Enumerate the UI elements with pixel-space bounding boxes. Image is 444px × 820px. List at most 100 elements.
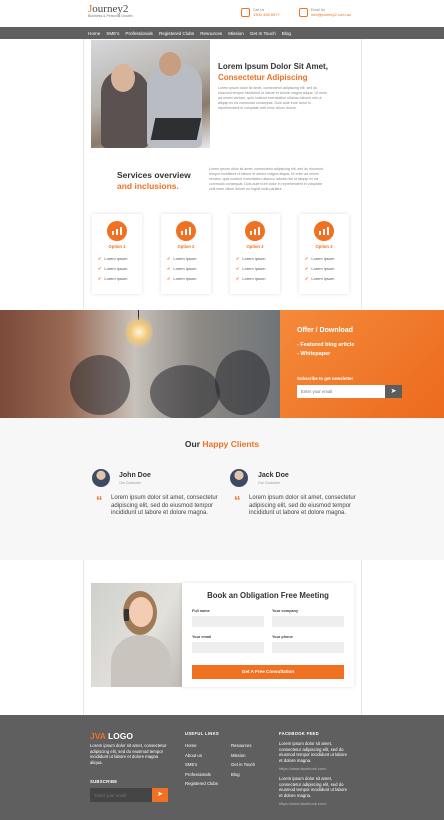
footer-link-mission[interactable]: Mission [231, 751, 255, 761]
service-card[interactable]: Option 3 ✔ Lorem ipsum ✔ Lorem ipsum ✔ Lore… [299, 214, 349, 294]
client-name: Jack Doe [258, 472, 289, 479]
offer-panel: Offer / Download - Featured blog article… [280, 310, 444, 418]
testimonials-title: Our Happy Clients [184, 439, 260, 449]
mail-icon [299, 8, 308, 17]
content-border-left [83, 39, 84, 309]
full-name-label: Full name [192, 609, 210, 613]
service-item: ✔ Lorem ipsum [98, 256, 128, 261]
service-card-title: Option 3 [315, 244, 333, 249]
feed-post: Lorem ipsum dolor sit amet, consectetur … [279, 776, 348, 798]
call-value: 1300 438 6977 [253, 12, 280, 17]
quote-icon: “ [234, 493, 241, 508]
offer-item-blog[interactable]: - Featured blog article [297, 342, 354, 348]
check-icon: ✔ [236, 276, 240, 281]
feed-post: Lorem ipsum dolor sit amet, consectetur … [279, 741, 348, 763]
chart-icon [314, 221, 334, 241]
feed-link[interactable]: https://www.facebook.com/ [279, 766, 327, 771]
footer-subscribe-label: SUBSCRIBE [90, 779, 118, 784]
check-icon: ✔ [305, 276, 309, 281]
service-item: ✔ Lorem ipsum [236, 266, 266, 271]
check-icon: ✔ [167, 266, 171, 271]
site-logo[interactable]: Journey2 Business & Personal Growth [88, 3, 133, 18]
email-field[interactable] [192, 642, 264, 653]
nav-item-smes[interactable]: SME's [106, 31, 119, 36]
full-name-field[interactable] [192, 616, 264, 627]
service-item: ✔ Lorem ipsum [236, 276, 266, 281]
footer-links-col2: Resources Mission Get in Touch Blog [231, 741, 255, 779]
lightbulb [125, 316, 153, 348]
check-icon: ✔ [236, 266, 240, 271]
footer-link-home[interactable]: Home [185, 741, 218, 751]
service-item: ✔ Lorem ipsum [167, 256, 197, 261]
check-icon: ✔ [167, 276, 171, 281]
hero-title-line1: Lorem Ipsum Dolor Sit Amet, [218, 62, 328, 71]
header-call[interactable]: Call Us 1300 438 6977 [241, 8, 280, 17]
footer-link-get-in-touch[interactable]: Get in Touch [231, 760, 255, 770]
services-title-line2: and inclusions. [117, 181, 179, 191]
service-item: ✔ Lorem ipsum [98, 266, 128, 271]
nav-item-resources[interactable]: Resources [200, 31, 222, 36]
footer-email-input[interactable] [90, 788, 152, 802]
header-email[interactable]: Email Us info@journey2.com.au [299, 8, 351, 17]
send-icon[interactable]: ➤ [385, 385, 402, 398]
chart-icon [176, 221, 196, 241]
hero-title-line2: Consectetur Adipiscing [218, 73, 308, 82]
footer-link-professionals[interactable]: Professionals [185, 770, 218, 780]
services-title: Services overview and inclusions. [117, 170, 212, 192]
service-item: ✔ Lorem ipsum [98, 276, 128, 281]
services-title-line1: Services overview [117, 170, 191, 180]
email-value: info@journey2.com.au [311, 12, 352, 17]
check-icon: ✔ [305, 266, 309, 271]
site-header: Journey2 Business & Personal Growth Call… [0, 0, 444, 27]
company-label: Your company [272, 609, 299, 613]
meeting-form: Book an Obligation Free Meeting Full nam… [182, 583, 354, 687]
check-icon: ✔ [98, 266, 102, 271]
service-card-title: Option 2 [177, 244, 195, 249]
nav-item-registered-clubs[interactable]: Registered Clubs [159, 31, 194, 36]
testimonials-section: Our Happy Clients John Doe Our Customer … [0, 418, 444, 560]
quote-icon: “ [96, 493, 103, 508]
email-label: Your email [192, 635, 212, 639]
service-card[interactable]: Option 3 ✔ Lorem ipsum ✔ Lorem ipsum ✔ Lore… [230, 214, 280, 294]
nav-item-mission[interactable]: Mission [228, 31, 244, 36]
main-nav: Home SME's Professionals Registered Club… [0, 27, 444, 39]
offer-item-whitepaper[interactable]: - Whitepaper [297, 351, 330, 357]
nav-item-professionals[interactable]: Professionals [125, 31, 153, 36]
footer-link-resources[interactable]: Resources [231, 741, 255, 751]
hero-title: Lorem Ipsum Dolor Sit Amet, Consectetur … [218, 61, 358, 83]
check-icon: ✔ [98, 256, 102, 261]
cafe-image [0, 310, 280, 418]
service-card[interactable]: Option 2 ✔ Lorem ipsum ✔ Lorem ipsum ✔ Lore… [161, 214, 211, 294]
meeting-title: Book an Obligation Free Meeting [207, 591, 329, 600]
company-field[interactable] [272, 616, 344, 627]
offer-banner: Offer / Download - Featured blog article… [0, 310, 444, 418]
services-body: Lorem ipsum dolor sit amet, consectetur … [209, 167, 323, 191]
footer-link-registered-clubs[interactable]: Registered Clubs [185, 779, 218, 789]
testimonial-text: Lorem ipsum dolor sit amet, consectetur … [249, 495, 356, 516]
feed-link[interactable]: https://www.facebook.com/ [279, 801, 327, 806]
nav-item-get-in-touch[interactable]: Get In Touch [250, 31, 276, 36]
nav-item-home[interactable]: Home [88, 31, 100, 36]
footer-logo[interactable]: JVA LOGO [90, 731, 133, 741]
service-card[interactable]: Option 1 ✔ Lorem ipsum ✔ Lorem ipsum ✔ Lore… [92, 214, 142, 294]
nav-item-blog[interactable]: Blog [282, 31, 291, 36]
content-border-right [361, 39, 362, 309]
newsletter-email-input[interactable] [297, 385, 385, 398]
footer-link-blog[interactable]: Blog [231, 770, 255, 780]
meeting-section: Book an Obligation Free Meeting Full nam… [0, 560, 444, 715]
chart-icon [107, 221, 127, 241]
footer-link-smes[interactable]: SME's [185, 760, 218, 770]
service-item: ✔ Lorem ipsum [305, 276, 335, 281]
free-consultation-button[interactable]: Get A Free Consultation [192, 665, 344, 679]
avatar [230, 469, 248, 487]
meeting-image [91, 583, 182, 687]
check-icon: ✔ [305, 256, 309, 261]
facebook-feed-title: FACEBOOK FEED [279, 731, 319, 736]
page: Journey2 Business & Personal Growth Call… [0, 0, 444, 820]
hero-body: Lorem ipsum dolor sit amet, consectetur … [218, 86, 327, 110]
send-icon[interactable]: ➤ [152, 788, 168, 802]
phone-icon [241, 8, 250, 17]
footer-link-about[interactable]: About us [185, 751, 218, 761]
check-icon: ✔ [98, 276, 102, 281]
phone-field[interactable] [272, 642, 344, 653]
